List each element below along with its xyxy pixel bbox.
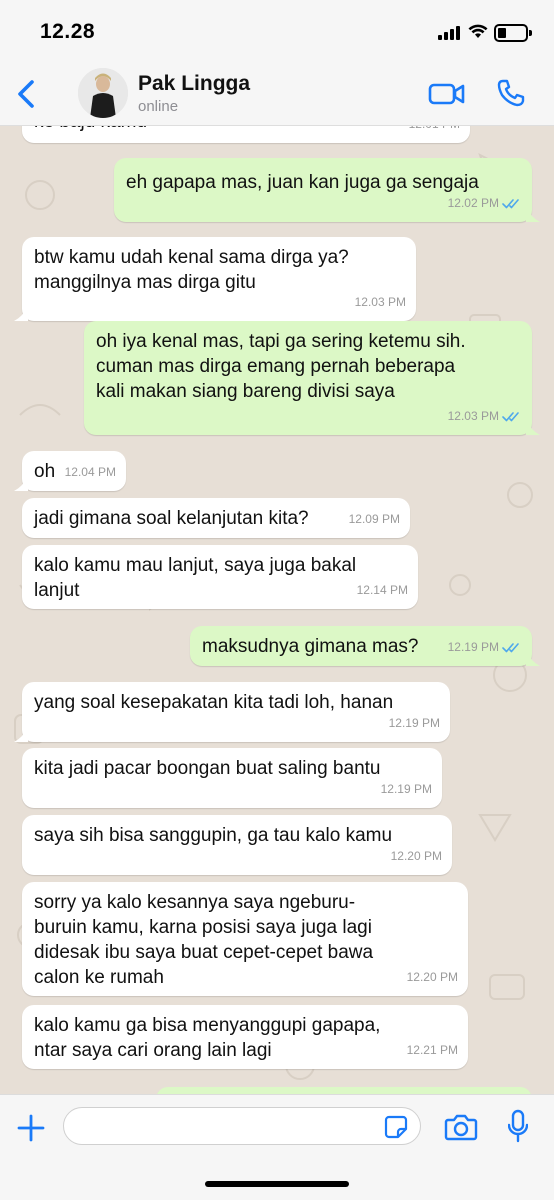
plus-icon[interactable]	[16, 1113, 46, 1143]
status-time: 12.28	[40, 20, 96, 43]
incoming-message-bubble[interactable]: sorry ya kalo kesannya saya ngeburu-buru…	[22, 882, 468, 996]
read-receipt-icon	[502, 412, 519, 422]
message-text-line: buruin kamu, karna posisi saya juga lagi	[34, 917, 372, 938]
message-timestamp: 12.03 PM	[354, 295, 406, 309]
chat-area[interactable]: ke baju kamu12.01 PMeh gapapa mas, juan …	[0, 115, 554, 1095]
incoming-message-bubble[interactable]: kalo kamu mau lanjut, saya juga bakal lan…	[22, 545, 418, 609]
message-text-line: eh gapapa mas, juan kan juga ga sengaja	[126, 172, 479, 193]
wifi-icon	[468, 24, 488, 38]
incoming-message-bubble[interactable]: kalo kamu ga bisa menyanggupi gapapa, nta…	[22, 1005, 468, 1069]
message-text-line: didesak ibu saya buat cepet-cepet bawa	[34, 942, 374, 963]
message-timestamp: 12.19 PM	[380, 782, 432, 796]
message-timestamp: 12.14 PM	[356, 583, 408, 597]
message-text-line: yang soal kesepakatan kita tadi loh, han…	[34, 692, 394, 713]
message-timestamp: 12.03 PM	[447, 409, 499, 423]
back-chevron-icon[interactable]	[12, 76, 42, 112]
incoming-message-bubble[interactable]: saya sih bisa sanggupin, ga tau kalo kam…	[22, 815, 452, 875]
phone-icon[interactable]	[496, 78, 526, 108]
message-text-line: sorry ya kalo kesannya saya ngeburu-	[34, 892, 356, 913]
home-indicator	[205, 1181, 349, 1187]
status-bar: 12.28	[0, 0, 554, 62]
message-text-line: maksudnya gimana mas?	[202, 636, 419, 657]
contact-status: online	[138, 98, 179, 115]
message-timestamp: 12.19 PM	[388, 716, 440, 730]
message-text-line: calon ke rumah	[34, 967, 164, 988]
bubble-tail	[526, 652, 540, 666]
sticker-icon[interactable]	[384, 1115, 408, 1139]
message-input[interactable]	[63, 1107, 421, 1145]
message-timestamp: 12.21 PM	[406, 1043, 458, 1057]
message-timestamp: 12.04 PM	[64, 465, 116, 479]
incoming-message-bubble[interactable]: jadi gimana soal kelanjutan kita? 12.09 P…	[22, 498, 410, 538]
outgoing-message-bubble[interactable]: maksudnya gimana mas? 12.19 PM	[190, 626, 540, 666]
signal-icon	[438, 26, 460, 40]
message-text-line: saya sih bisa sanggupin, ga tau kalo kam…	[34, 825, 393, 846]
message-timestamp: 12.09 PM	[348, 512, 400, 526]
message-text-line: ntar saya cari orang lain lagi	[34, 1040, 272, 1061]
read-receipt-icon	[502, 643, 519, 653]
message-timestamp: 12.20 PM	[406, 970, 458, 984]
outgoing-message-bubble[interactable]: eh gapapa mas, juan kan juga ga sengaja 1…	[114, 158, 540, 222]
message-text-line: kita jadi pacar boongan buat saling bant…	[34, 758, 381, 779]
message-text-line: kalo kamu mau lanjut, saya juga bakal	[34, 555, 357, 576]
contact-name[interactable]: Pak Lingga	[138, 72, 250, 96]
incoming-message-bubble[interactable]: kita jadi pacar boongan buat saling bant…	[22, 748, 442, 808]
message-text-line: jadi gimana soal kelanjutan kita?	[34, 508, 309, 529]
input-bar	[0, 1094, 554, 1200]
video-call-icon[interactable]	[428, 80, 466, 108]
contact-avatar[interactable]	[78, 68, 128, 118]
message-text-line: oh iya kenal mas, tapi ga sering ketemu …	[96, 331, 466, 352]
bubble-tail	[526, 421, 540, 435]
bubble-tail	[14, 307, 28, 321]
message-text-line: kalo kamu ga bisa menyanggupi gapapa,	[34, 1015, 381, 1036]
camera-icon[interactable]	[444, 1113, 478, 1141]
outgoing-message-bubble[interactable]: oh iya kenal mas, tapi ga sering ketemu …	[84, 321, 540, 435]
bubble-tail	[14, 477, 28, 491]
message-text-line: manggilnya mas dirga gitu	[34, 272, 256, 293]
message-text-line: kali makan siang bareng divisi saya	[96, 381, 395, 402]
message-text-line: btw kamu udah kenal sama dirga ya?	[34, 247, 349, 268]
message-text-line: oh	[34, 461, 56, 482]
message-timestamp: 12.20 PM	[390, 849, 442, 863]
incoming-message-bubble[interactable]: oh 12.04 PM	[14, 451, 126, 491]
incoming-message-bubble[interactable]: yang soal kesepakatan kita tadi loh, han…	[14, 682, 450, 742]
incoming-message-bubble[interactable]: btw kamu udah kenal sama dirga ya? manggi…	[14, 237, 416, 321]
microphone-icon[interactable]	[508, 1109, 528, 1143]
battery-icon	[494, 24, 532, 42]
bubble-tail	[14, 728, 28, 742]
message-timestamp: 12.19 PM	[447, 640, 499, 654]
message-timestamp: 12.02 PM	[447, 196, 499, 210]
message-text-line: lanjut	[34, 580, 80, 601]
bubble-tail	[526, 208, 540, 222]
message-text-line: cuman mas dirga emang pernah beberapa	[96, 356, 456, 377]
read-receipt-icon	[502, 199, 519, 209]
chat-header: Pak Lingga online	[0, 62, 554, 126]
